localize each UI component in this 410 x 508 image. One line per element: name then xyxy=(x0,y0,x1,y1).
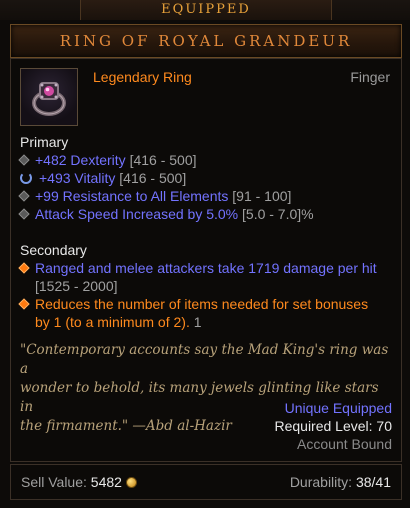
orange-diamond-icon xyxy=(18,262,30,274)
legendary-power-suffix: 1 xyxy=(193,314,202,330)
gray-diamond-icon xyxy=(18,208,30,220)
equipped-label: EQUIPPED xyxy=(161,2,251,17)
unique-equipped-label: Unique Equipped xyxy=(284,400,392,416)
item-icon-frame xyxy=(20,68,78,126)
secondary-stat-thorns-range: [1525 - 2000] xyxy=(35,278,118,294)
stat-range: [5.0 - 7.0]% xyxy=(242,206,314,222)
gray-diamond-icon xyxy=(18,154,30,166)
primary-stat-attack-speed: Attack Speed Increased by 5.0% [5.0 - 7.… xyxy=(18,206,314,222)
stat-value: +99 Resistance to All Elements xyxy=(35,188,229,204)
stat-range: [416 - 500] xyxy=(129,152,197,168)
item-type: Legendary Ring xyxy=(93,69,192,85)
equipped-bar: EQUIPPED xyxy=(0,0,410,20)
stat-value: +482 Dexterity xyxy=(35,152,126,168)
secondary-stat-legendary-power: Reduces the number of items needed for s… xyxy=(18,296,369,312)
item-tooltip: EQUIPPED RING OF ROYAL GRANDEUR Legendar… xyxy=(0,0,410,508)
durability-value: 38/41 xyxy=(355,474,391,490)
equipped-tab: EQUIPPED xyxy=(80,0,332,20)
stat-value: Attack Speed Increased by 5.0% xyxy=(35,206,239,222)
item-name: RING OF ROYAL GRANDEUR xyxy=(59,32,353,50)
durability-row: Durability: 38/41 xyxy=(290,474,391,490)
durability-label: Durability: xyxy=(289,474,353,490)
legendary-power-line1: Reduces the number of items needed for s… xyxy=(35,296,369,312)
flavor-line: "Contemporary accounts say the Mad King'… xyxy=(20,342,389,377)
enchant-reroll-icon xyxy=(20,172,32,184)
orange-diamond-icon xyxy=(18,298,30,310)
sell-value-row: Sell Value: 5482 xyxy=(21,474,137,490)
primary-stat-resist-all: +99 Resistance to All Elements [91 - 100… xyxy=(18,188,292,204)
stat-range: [1525 - 2000] xyxy=(35,278,118,294)
sell-value: 5482 xyxy=(90,474,122,490)
primary-heading: Primary xyxy=(20,134,69,150)
secondary-heading: Secondary xyxy=(20,242,87,258)
legendary-power-line2: by 1 (to a minimum of 2). xyxy=(35,314,190,330)
stat-range: [91 - 100] xyxy=(232,188,292,204)
secondary-stat-legendary-power-cont: by 1 (to a minimum of 2). 1 xyxy=(35,314,202,330)
item-slot: Finger xyxy=(350,69,390,85)
stat-value: Ranged and melee attackers take 1719 dam… xyxy=(35,260,377,276)
account-bound-label: Account Bound xyxy=(297,436,392,452)
item-title-bar: RING OF ROYAL GRANDEUR xyxy=(10,24,402,58)
gold-coin-icon xyxy=(125,477,137,488)
gray-diamond-icon xyxy=(18,190,30,202)
primary-stat-vitality: +493 Vitality [416 - 500] xyxy=(20,170,186,186)
sell-value-label: Sell Value: xyxy=(21,474,87,490)
secondary-stat-thorns: Ranged and melee attackers take 1719 dam… xyxy=(18,260,377,276)
stat-range: [416 - 500] xyxy=(119,170,187,186)
primary-stat-dexterity: +482 Dexterity [416 - 500] xyxy=(18,152,197,168)
ring-icon xyxy=(32,82,66,116)
stat-value: +493 Vitality xyxy=(39,170,116,186)
required-level: Required Level: 70 xyxy=(274,418,392,434)
tooltip-footer: Sell Value: 5482 Durability: 38/41 xyxy=(10,464,402,500)
